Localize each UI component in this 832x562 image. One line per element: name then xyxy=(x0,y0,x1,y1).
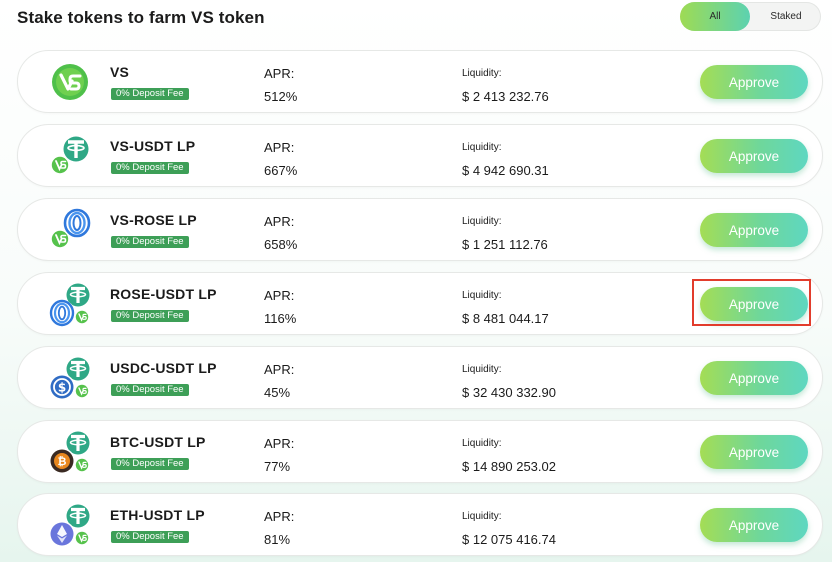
liquidity-label: Liquidity: xyxy=(462,511,502,522)
farm-row-btc-usdt: ₿ BTC-USDT LP 0% Deposit Fee APR: 77% Li… xyxy=(17,420,823,483)
vs-icon xyxy=(74,309,90,325)
apr-value: 77% xyxy=(264,459,291,474)
apr-label: APR: xyxy=(264,66,295,81)
apr-value: 667% xyxy=(264,163,298,178)
farm-row-vs: VS 0% Deposit Fee APR: 512% Liquidity: $… xyxy=(17,50,823,113)
apr-label: APR: xyxy=(264,140,295,155)
usdc-icon: $ xyxy=(49,374,75,400)
deposit-fee-badge: 0% Deposit Fee xyxy=(111,384,189,396)
rose-icon xyxy=(49,299,75,327)
token-icons xyxy=(46,279,98,329)
farm-row-vs-usdt: VS-USDT LP 0% Deposit Fee APR: 667% Liqu… xyxy=(17,124,823,187)
liquidity-value: $ 4 942 690.31 xyxy=(462,163,549,178)
liquidity-value: $ 14 890 253.02 xyxy=(462,459,556,474)
liquidity-value: $ 32 430 332.90 xyxy=(462,385,556,400)
liquidity-value: $ 12 075 416.74 xyxy=(462,532,556,547)
vs-icon xyxy=(50,155,70,175)
farm-filter-toggle: All Staked xyxy=(680,2,821,31)
deposit-fee-badge: 0% Deposit Fee xyxy=(111,310,189,322)
apr-label: APR: xyxy=(264,436,295,451)
btc-icon: ₿ xyxy=(49,448,75,474)
approve-button[interactable]: Approve xyxy=(700,65,808,99)
token-icons: $ xyxy=(46,353,98,403)
approve-button[interactable]: Approve xyxy=(700,435,808,469)
approve-button[interactable]: Approve xyxy=(700,287,808,321)
approve-button[interactable]: Approve xyxy=(700,508,808,542)
farm-row-rose-usdt: ROSE-USDT LP 0% Deposit Fee APR: 116% Li… xyxy=(17,272,823,335)
vs-icon xyxy=(74,530,90,546)
apr-value: 658% xyxy=(264,237,298,252)
apr-value: 45% xyxy=(264,385,291,400)
token-icons xyxy=(46,500,98,550)
token-icons xyxy=(46,57,98,107)
farm-name: VS xyxy=(110,64,130,80)
deposit-fee-badge: 0% Deposit Fee xyxy=(111,531,189,543)
vs-icon xyxy=(74,383,90,399)
liquidity-label: Liquidity: xyxy=(462,142,502,153)
apr-label: APR: xyxy=(264,509,295,524)
apr-value: 116% xyxy=(264,311,297,326)
vs-icon xyxy=(50,229,70,249)
filter-staked-tab[interactable]: Staked xyxy=(751,2,821,31)
apr-label: APR: xyxy=(264,288,295,303)
liquidity-label: Liquidity: xyxy=(462,290,502,301)
farm-name: VS-USDT LP xyxy=(110,138,196,154)
apr-label: APR: xyxy=(264,214,295,229)
farm-name: BTC-USDT LP xyxy=(110,434,206,450)
farm-row-usdc-usdt: $ USDC-USDT LP 0% Deposit Fee APR: 45% L… xyxy=(17,346,823,409)
farm-name: ROSE-USDT LP xyxy=(110,286,217,302)
page-title: Stake tokens to farm VS token xyxy=(17,8,265,27)
eth-icon xyxy=(49,521,75,547)
farm-row-eth-usdt: ETH-USDT LP 0% Deposit Fee APR: 81% Liqu… xyxy=(17,493,823,556)
apr-value: 512% xyxy=(264,89,298,104)
farm-name: VS-ROSE LP xyxy=(110,212,197,228)
deposit-fee-badge: 0% Deposit Fee xyxy=(111,236,189,248)
deposit-fee-badge: 0% Deposit Fee xyxy=(111,458,189,470)
token-icons xyxy=(46,131,98,181)
apr-label: APR: xyxy=(264,362,295,377)
liquidity-label: Liquidity: xyxy=(462,68,502,79)
farm-name: USDC-USDT LP xyxy=(110,360,217,376)
approve-button[interactable]: Approve xyxy=(700,213,808,247)
liquidity-label: Liquidity: xyxy=(462,216,502,227)
svg-text:$: $ xyxy=(58,381,66,395)
liquidity-value: $ 2 413 232.76 xyxy=(462,89,549,104)
approve-button[interactable]: Approve xyxy=(700,139,808,173)
svg-text:₿: ₿ xyxy=(58,455,67,468)
token-icons: ₿ xyxy=(46,427,98,477)
filter-all-tab[interactable]: All xyxy=(680,2,750,31)
liquidity-label: Liquidity: xyxy=(462,438,502,449)
farm-name: ETH-USDT LP xyxy=(110,507,205,523)
deposit-fee-badge: 0% Deposit Fee xyxy=(111,162,189,174)
deposit-fee-badge: 0% Deposit Fee xyxy=(111,88,189,100)
farm-row-vs-rose: VS-ROSE LP 0% Deposit Fee APR: 658% Liqu… xyxy=(17,198,823,261)
liquidity-value: $ 1 251 112.76 xyxy=(462,237,548,252)
liquidity-label: Liquidity: xyxy=(462,364,502,375)
apr-value: 81% xyxy=(264,532,291,547)
vs-icon xyxy=(52,64,88,100)
approve-button[interactable]: Approve xyxy=(700,361,808,395)
vs-icon xyxy=(74,457,90,473)
token-icons xyxy=(46,205,98,255)
liquidity-value: $ 8 481 044.17 xyxy=(462,311,549,326)
rose-icon xyxy=(63,208,91,238)
